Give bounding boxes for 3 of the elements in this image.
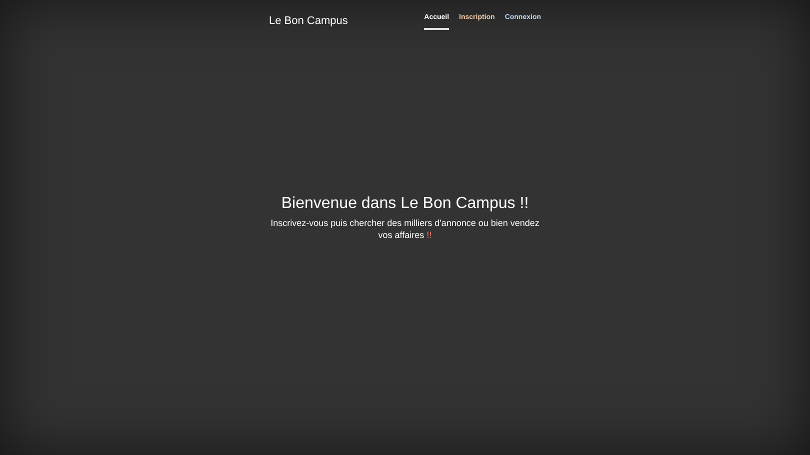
brand-title: Le Bon Campus xyxy=(269,14,348,29)
hero-subtitle: Inscrivez-vous puis chercher des milliers d'annonce ou bien vendez vos affaires !! xyxy=(270,216,540,240)
hero-title: Bienvenue dans Le Bon Campus !! xyxy=(281,194,529,214)
